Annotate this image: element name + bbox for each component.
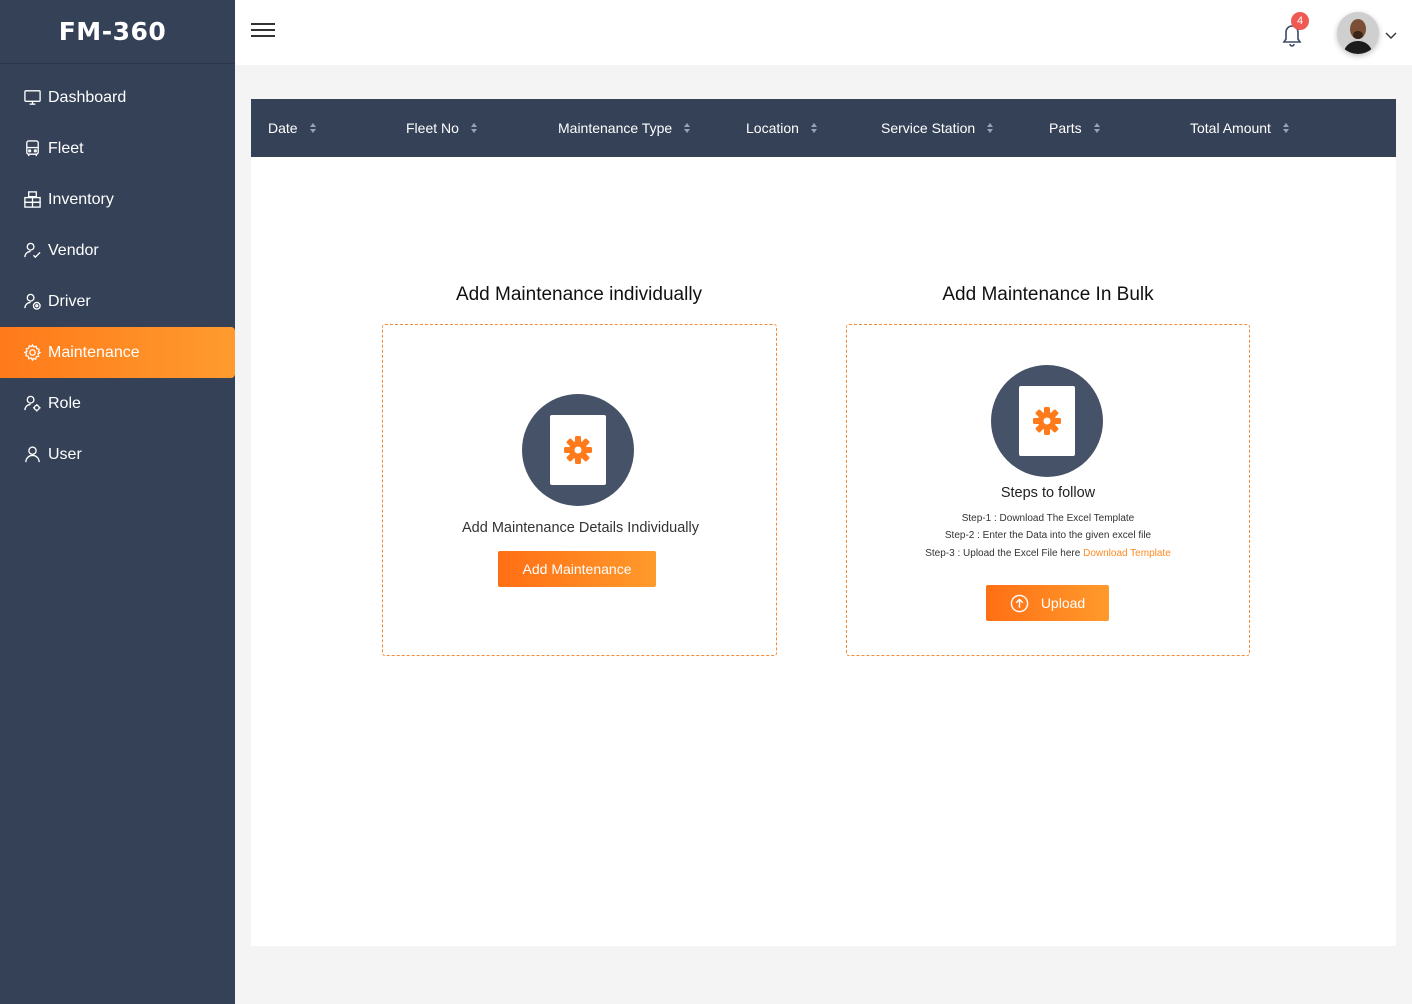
- column-label: Total Amount: [1190, 120, 1271, 136]
- column-header-date[interactable]: Date: [268, 99, 316, 157]
- chevron-down-icon[interactable]: [1385, 27, 1397, 39]
- sidebar-item-label: Fleet: [48, 139, 84, 157]
- sidebar-item-label: Inventory: [48, 190, 114, 208]
- role-icon: [22, 394, 42, 414]
- bulk-section-title: Add Maintenance In Bulk: [942, 284, 1154, 305]
- sidebar-item-user[interactable]: User: [0, 429, 235, 480]
- download-template-link[interactable]: Download Template: [1083, 548, 1171, 559]
- sort-icon[interactable]: [1093, 123, 1100, 133]
- column-header-total-amount[interactable]: Total Amount: [1190, 99, 1289, 157]
- bulk-card: Steps to follow Step-1 : Download The Ex…: [846, 324, 1250, 656]
- user-icon: [22, 445, 42, 465]
- vendor-icon: [22, 241, 42, 261]
- individual-section-title: Add Maintenance individually: [455, 284, 703, 305]
- individual-card: Add Maintenance Details Individually Add…: [382, 324, 777, 656]
- sidebar-item-label: Dashboard: [48, 88, 127, 106]
- sort-icon[interactable]: [470, 123, 477, 133]
- sort-icon[interactable]: [309, 123, 316, 133]
- sidebar: FM-360 Dashboard Fleet Inventory Vendor: [0, 0, 235, 1004]
- sidebar-item-label: Driver: [48, 292, 91, 310]
- step-1-text: Step-1 : Download The Excel Template: [961, 513, 1135, 524]
- menu-toggle-icon[interactable]: [251, 23, 275, 41]
- sidebar-item-role[interactable]: Role: [0, 378, 235, 429]
- individual-description: Add Maintenance Details Individually: [462, 520, 699, 536]
- column-label: Parts: [1049, 120, 1082, 136]
- sidebar-item-driver[interactable]: Driver: [0, 276, 235, 327]
- notification-count-badge: 4: [1291, 12, 1309, 30]
- column-label: Maintenance Type: [558, 120, 673, 136]
- gear-icon: [22, 343, 42, 363]
- top-bar: 4: [235, 0, 1412, 65]
- sidebar-item-dashboard[interactable]: Dashboard: [0, 72, 235, 123]
- sort-icon[interactable]: [1282, 123, 1289, 133]
- brand-logo[interactable]: FM-360: [0, 0, 235, 64]
- step-2-text: Step-2 : Enter the Data into the given e…: [944, 530, 1152, 541]
- column-label: Date: [268, 120, 298, 136]
- boxes-icon: [22, 190, 42, 210]
- column-header-maintenance-type[interactable]: Maintenance Type: [558, 99, 691, 157]
- step-3-line: Step-3 : Upload the Excel File here Down…: [847, 548, 1249, 559]
- document-gear-icon: [550, 415, 606, 485]
- column-header-fleet-no[interactable]: Fleet No: [406, 99, 477, 157]
- column-label: Location: [746, 120, 799, 136]
- sidebar-item-fleet[interactable]: Fleet: [0, 123, 235, 174]
- upload-icon: [1010, 594, 1029, 613]
- sidebar-item-inventory[interactable]: Inventory: [0, 174, 235, 225]
- column-label: Service Station: [881, 120, 976, 136]
- empty-state-panel: Add Maintenance individually Add Mainten…: [251, 157, 1396, 946]
- maintenance-doc-illustration: [522, 394, 634, 506]
- bus-icon: [22, 139, 42, 159]
- column-header-service-station[interactable]: Service Station: [881, 99, 994, 157]
- sort-icon[interactable]: [987, 123, 994, 133]
- sidebar-nav: Dashboard Fleet Inventory Vendor Driver: [0, 72, 235, 480]
- sidebar-item-maintenance[interactable]: Maintenance: [0, 327, 235, 378]
- sort-icon[interactable]: [684, 123, 691, 133]
- upload-label: Upload: [1040, 595, 1086, 611]
- sidebar-item-label: Vendor: [48, 241, 99, 259]
- monitor-icon: [22, 88, 42, 108]
- avatar[interactable]: [1337, 12, 1379, 54]
- add-maintenance-button[interactable]: Add Maintenance: [498, 551, 656, 587]
- upload-button[interactable]: Upload: [986, 585, 1109, 621]
- sort-icon[interactable]: [810, 123, 817, 133]
- column-header-parts[interactable]: Parts: [1049, 99, 1100, 157]
- driver-icon: [22, 292, 42, 312]
- brand-name: FM-360: [58, 17, 167, 46]
- sidebar-item-label: Maintenance: [48, 343, 140, 361]
- maintenance-table-header: Date Fleet No Maintenance Type Location …: [251, 99, 1396, 157]
- document-gear-icon: [1019, 386, 1075, 456]
- column-header-location[interactable]: Location: [746, 99, 817, 157]
- step-3-text: Step-3 : Upload the Excel File here: [925, 548, 1081, 559]
- steps-title: Steps to follow: [1000, 485, 1096, 501]
- bulk-doc-illustration: [991, 365, 1103, 477]
- column-label: Fleet No: [406, 120, 459, 136]
- sidebar-item-label: User: [48, 445, 82, 463]
- sidebar-item-label: Role: [48, 394, 81, 412]
- sidebar-item-vendor[interactable]: Vendor: [0, 225, 235, 276]
